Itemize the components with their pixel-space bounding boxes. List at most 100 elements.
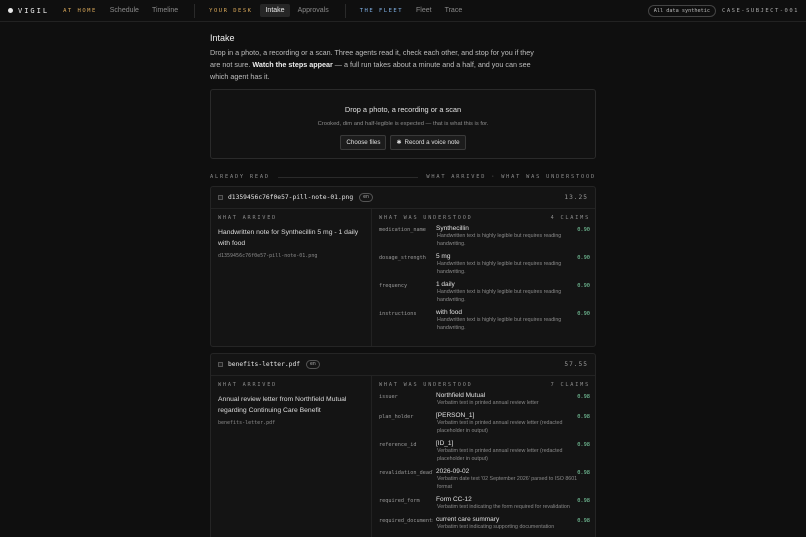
nav-item-schedule[interactable]: Schedule <box>105 4 144 17</box>
record-voice-note-button[interactable]: ✱ Record a voice note <box>390 135 466 150</box>
what-was-understood-section: WHAT WAS UNDERSTOOD 4 CLAIMS medication_… <box>379 215 590 332</box>
language-badge: en <box>359 193 373 202</box>
already-read-legend: WHAT ARRIVED · WHAT WAS UNDERSTOOD <box>426 174 596 180</box>
nav-item-approvals[interactable]: Approvals <box>293 4 334 17</box>
language-badge: en <box>306 360 320 369</box>
claim-row[interactable]: dosage_strength 5 mg Handwritten text is… <box>379 253 590 276</box>
intake-card: benefits-letter.pdf en 57.55 WHAT ARRIVE… <box>210 353 596 537</box>
synthetic-data-badge: All data synthetic <box>647 5 717 17</box>
claim-row[interactable]: required_documents current care summary … <box>379 516 590 531</box>
nav-item-timeline[interactable]: Timeline <box>147 4 183 17</box>
claim-key: required_form <box>379 498 420 504</box>
claim-row[interactable]: issuer Northfield Mutual Verbatim text i… <box>379 392 590 407</box>
what-arrived-label: WHAT ARRIVED <box>218 382 278 388</box>
claim-confidence: 0.90 <box>577 255 590 261</box>
case-id[interactable]: CASE-SUBJECT-001 <box>722 8 799 14</box>
nav-group-label: YOUR DESK <box>209 7 253 14</box>
claim-confidence: 0.98 <box>577 498 590 504</box>
claim-row[interactable]: required_form Form CC-12 Verbatim text i… <box>379 496 590 511</box>
claim-value: Synthecillin <box>436 225 469 232</box>
nav-group-your-desk: YOUR DESK Intake Approvals <box>205 4 337 17</box>
claim-row[interactable]: plan_holder [PERSON_1] Verbatim text in … <box>379 412 590 435</box>
claim-note: Handwritten text is highly legible but r… <box>437 233 562 247</box>
claims-count: 7 CLAIMS <box>550 382 590 388</box>
top-bar: VIGIL AT HOME Schedule Timeline YOUR DES… <box>0 0 806 22</box>
intro-text: Drop in a photo, a recording or a scan. … <box>210 47 545 84</box>
run-duration: 57.55 <box>564 361 588 368</box>
run-duration: 13.25 <box>564 194 588 201</box>
claim-note: Handwritten text is highly legible but r… <box>437 317 562 331</box>
card-header[interactable]: d1359456c76f0e57-pill-note-01.png en 13.… <box>211 187 595 209</box>
claim-confidence: 0.98 <box>577 394 590 400</box>
app-logo[interactable]: VIGIL <box>8 7 49 15</box>
claim-value: [ID_1] <box>436 440 454 447</box>
nav-item-fleet[interactable]: Fleet <box>411 4 437 17</box>
arrived-filename[interactable]: d1359456c76f0e57-pill-note-01.png <box>218 253 368 259</box>
nav-item-intake[interactable]: Intake <box>260 4 290 17</box>
claim-row[interactable]: frequency 1 daily Handwritten text is hi… <box>379 281 590 304</box>
drop-zone-subtitle: Crooked, dim and half-legible is expecte… <box>317 121 489 127</box>
nav-divider <box>344 3 346 18</box>
nav-group-label: THE FLEET <box>359 7 404 14</box>
what-arrived-section: WHAT ARRIVED Annual review letter from N… <box>218 382 368 426</box>
column-divider <box>371 376 372 537</box>
claim-value: current care summary <box>436 516 500 523</box>
claim-key: frequency <box>379 283 408 289</box>
claim-value: 1 daily <box>436 281 455 288</box>
claim-confidence: 0.98 <box>577 518 590 524</box>
claim-note: Verbatim text indicating the form requir… <box>437 504 570 510</box>
claim-row[interactable]: medication_name Synthecillin Handwritten… <box>379 225 590 248</box>
claims-count: 4 CLAIMS <box>550 215 590 221</box>
claim-note: Verbatim text in printed annual review l… <box>437 448 563 462</box>
already-read-label: ALREADY READ <box>210 174 270 180</box>
file-icon <box>218 362 223 367</box>
claim-key: reference_id <box>379 442 417 448</box>
claim-confidence: 0.98 <box>577 442 590 448</box>
claim-note: Verbatim text in printed annual review l… <box>437 420 563 434</box>
claim-confidence: 0.90 <box>577 227 590 233</box>
divider-line <box>277 176 419 178</box>
choose-files-button[interactable]: Choose files <box>340 135 387 150</box>
claim-key: plan_holder <box>379 414 414 420</box>
claim-row[interactable]: reference_id [ID_1] Verbatim text in pri… <box>379 440 590 463</box>
drop-zone[interactable]: Drop a photo, a recording or a scan Croo… <box>210 89 596 159</box>
what-arrived-section: WHAT ARRIVED Handwritten note for Synthe… <box>218 215 368 259</box>
mic-icon: ✱ <box>396 140 402 146</box>
already-read-header: ALREADY READ WHAT ARRIVED · WHAT WAS UND… <box>210 173 596 181</box>
claim-confidence: 0.98 <box>577 414 590 420</box>
nav-group-at-home: AT HOME Schedule Timeline <box>59 4 186 17</box>
drop-zone-title: Drop a photo, a recording or a scan <box>344 105 462 114</box>
arrived-filename[interactable]: benefits-letter.pdf <box>218 420 368 426</box>
what-was-understood-label: WHAT WAS UNDERSTOOD <box>379 215 473 221</box>
intake-card: d1359456c76f0e57-pill-note-01.png en 13.… <box>210 186 596 347</box>
record-voice-note-label: Record a voice note <box>404 139 460 146</box>
claim-key: medication_name <box>379 227 426 233</box>
arrived-description: Handwritten note for Synthecillin 5 mg -… <box>218 229 359 248</box>
claim-note: Handwritten text is highly legible but r… <box>437 289 562 303</box>
claim-row[interactable]: instructions with food Handwritten text … <box>379 309 590 332</box>
what-was-understood-section: WHAT WAS UNDERSTOOD 7 CLAIMS issuer Nort… <box>379 382 590 531</box>
logo-dot-icon <box>8 8 13 13</box>
claim-value: 5 mg <box>436 253 451 260</box>
claim-key: revalidation_deadline <box>379 470 433 476</box>
what-was-understood-label: WHAT WAS UNDERSTOOD <box>379 382 473 388</box>
card-header[interactable]: benefits-letter.pdf en 57.55 <box>211 354 595 376</box>
claim-value: Form CC-12 <box>436 496 472 503</box>
claim-note: Verbatim text indicating supporting docu… <box>437 524 555 530</box>
claim-row[interactable]: revalidation_deadline 2026-09-02 Verbati… <box>379 468 590 491</box>
claim-value: 2026-09-02 <box>436 468 470 475</box>
file-icon <box>218 195 223 200</box>
claim-key: issuer <box>379 394 398 400</box>
what-arrived-label: WHAT ARRIVED <box>218 215 278 221</box>
card-filename: d1359456c76f0e57-pill-note-01.png <box>228 194 354 201</box>
claim-key: dosage_strength <box>379 255 426 261</box>
nav-item-trace[interactable]: Trace <box>440 4 468 17</box>
claim-key: required_documents <box>379 518 433 524</box>
claim-note: Verbatim date text '02 September 2026' p… <box>437 476 578 490</box>
claim-confidence: 0.90 <box>577 311 590 317</box>
nav-group-label: AT HOME <box>63 7 97 14</box>
claim-confidence: 0.98 <box>577 470 590 476</box>
app-name: VIGIL <box>18 6 50 15</box>
claim-confidence: 0.90 <box>577 283 590 289</box>
nav-group-the-fleet: THE FLEET Fleet Trace <box>356 4 471 17</box>
